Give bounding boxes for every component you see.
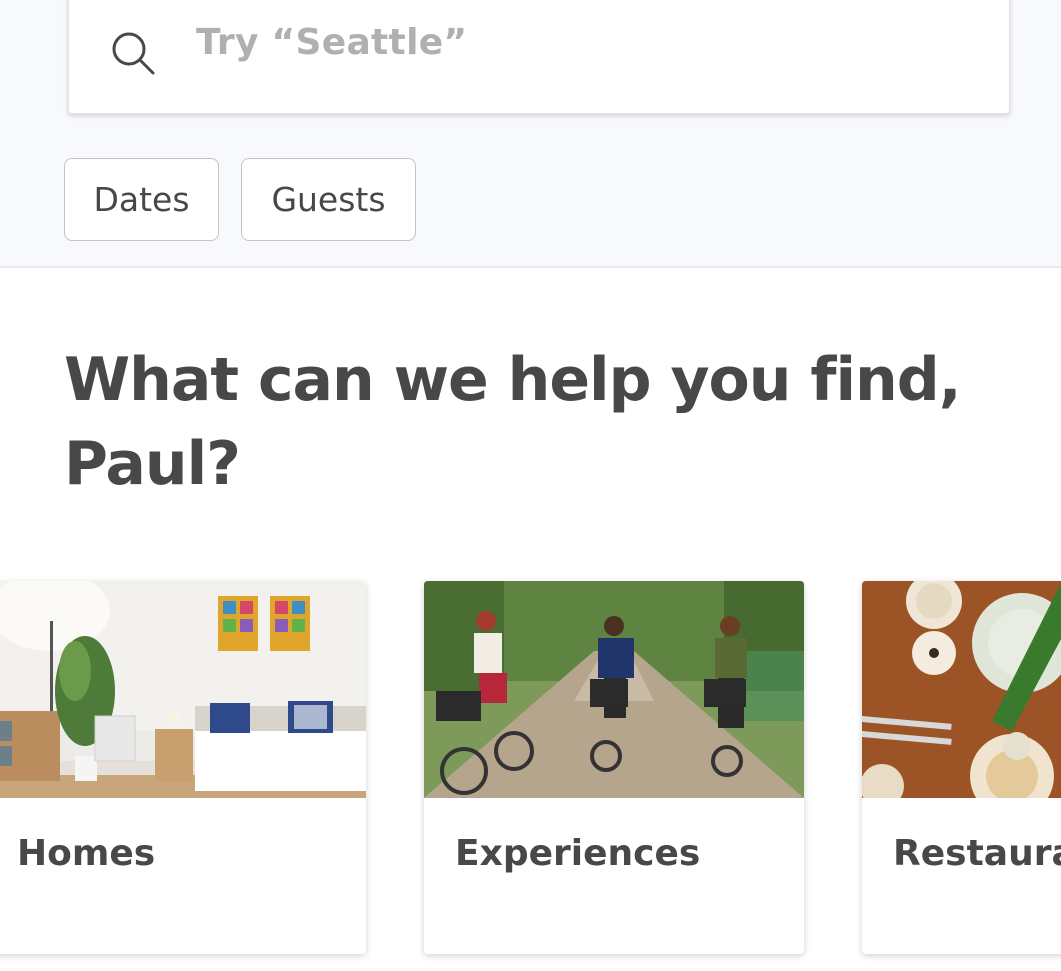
page-title: What can we help you find, Paul? — [64, 345, 962, 499]
search-input[interactable]: Try “Seattle” — [68, 0, 1010, 114]
category-label-restaurants: Restaurants — [893, 833, 1061, 874]
category-label-homes: Homes — [17, 833, 156, 874]
table-food-photo — [862, 581, 1061, 798]
bedroom-photo — [0, 581, 366, 798]
category-card-restaurants[interactable]: Restaurants — [862, 581, 1061, 954]
category-card-experiences[interactable]: Experiences — [424, 581, 804, 954]
search-icon — [112, 32, 155, 75]
search-header: Try “Seattle” Dates Guests — [0, 0, 1061, 268]
guests-button[interactable]: Guests — [241, 158, 416, 241]
dates-button[interactable]: Dates — [64, 158, 219, 241]
category-card-homes[interactable]: Homes — [0, 581, 366, 954]
category-label-experiences: Experiences — [455, 833, 701, 874]
search-placeholder: Try “Seattle” — [196, 22, 468, 63]
cyclists-photo — [424, 581, 804, 798]
